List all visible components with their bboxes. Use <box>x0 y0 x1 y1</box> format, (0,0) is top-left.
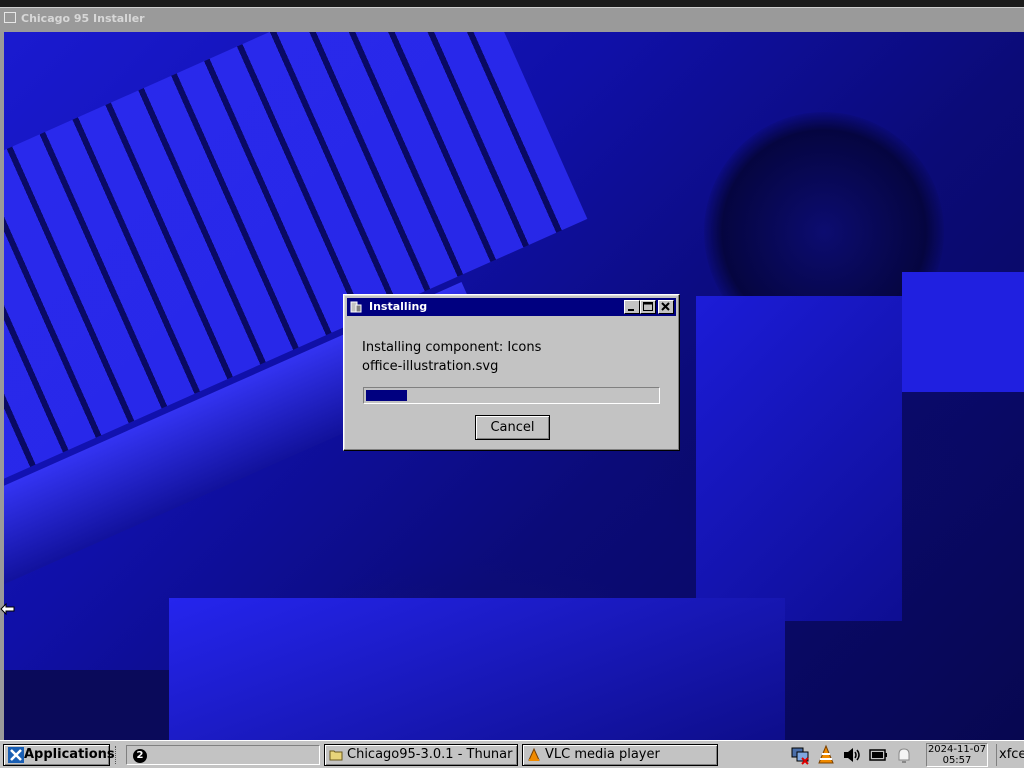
window-icon <box>4 12 16 23</box>
installer-icon <box>350 301 362 313</box>
taskbar-separator <box>115 746 120 764</box>
mouse-cursor-icon <box>0 602 15 616</box>
task-label: Chicago95-3.0.1 - Thunar <box>347 747 513 762</box>
workspace-number: 2 <box>133 749 147 763</box>
folder-icon <box>329 750 343 761</box>
notification-icon[interactable] <box>893 744 915 766</box>
vlc-tray-icon[interactable] <box>815 744 837 766</box>
xfce-logo-icon <box>8 747 24 763</box>
maximize-button[interactable] <box>640 300 656 314</box>
applications-menu-button[interactable]: Applications <box>3 744 115 766</box>
taskbar: Applications 2 Chicago95-3.0.1 - Thunar … <box>0 740 1024 768</box>
background-window-title: Chicago 95 Installer <box>4 10 145 28</box>
status-line: Installing component: Icons <box>362 340 542 355</box>
background-window-title-text: Chicago 95 Installer <box>21 12 145 25</box>
cancel-button[interactable]: Cancel <box>475 415 550 440</box>
dialog-title: Installing <box>369 300 428 313</box>
progress-fill <box>366 390 407 401</box>
workspace-switcher[interactable]: 2 <box>126 745 320 765</box>
wallpaper-panel-bottom <box>169 598 785 748</box>
battery-icon[interactable] <box>867 744 889 766</box>
task-label: VLC media player <box>545 747 660 762</box>
clock[interactable]: 2024-11-07 05:57 <box>926 743 988 767</box>
network-icon[interactable] <box>789 744 811 766</box>
clock-time: 05:57 <box>942 755 972 766</box>
task-thunar[interactable]: Chicago95-3.0.1 - Thunar <box>324 744 518 766</box>
clock-date: 2024-11-07 <box>927 744 987 755</box>
wallpaper-panel-right <box>696 296 902 621</box>
user-menu[interactable]: xfce <box>996 744 1024 766</box>
applications-label: Applications <box>24 747 115 762</box>
minimize-button[interactable] <box>624 300 640 314</box>
install-progress-bar <box>363 387 660 404</box>
minimize-icon <box>628 309 634 311</box>
dialog-message: Installing component: Icons office-illus… <box>362 338 541 376</box>
maximize-icon <box>643 302 653 311</box>
task-vlc[interactable]: VLC media player <box>522 744 718 766</box>
volume-icon[interactable] <box>841 744 863 766</box>
dialog-titlebar[interactable]: Installing <box>347 298 676 316</box>
file-line: office-illustration.svg <box>362 359 499 374</box>
installing-dialog: Installing Installing component: Icons o… <box>343 294 680 451</box>
vlc-icon <box>528 748 540 761</box>
wallpaper-panel-far-right <box>902 272 1024 392</box>
close-button[interactable] <box>658 300 674 314</box>
wallpaper-panel-bottom-left <box>4 670 169 748</box>
close-icon <box>661 302 670 311</box>
